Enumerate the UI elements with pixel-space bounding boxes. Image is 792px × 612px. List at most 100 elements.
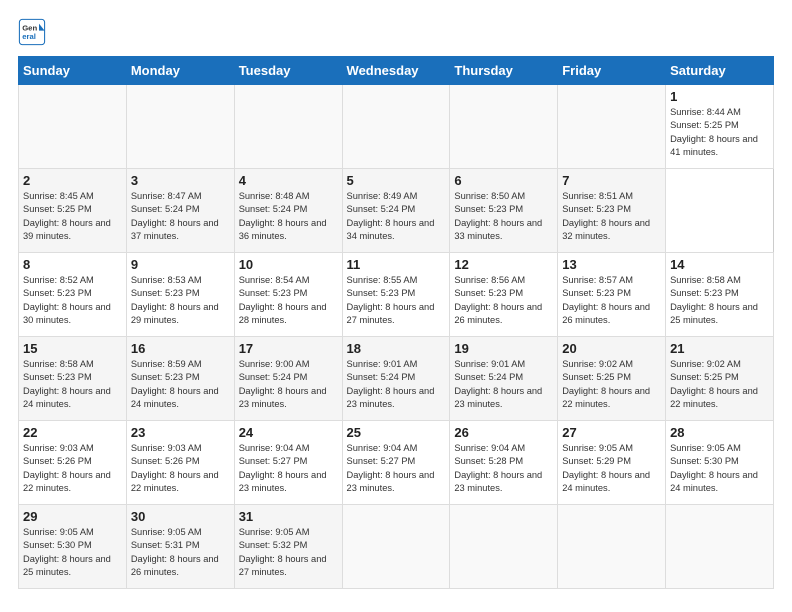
logo: Gen eral <box>18 18 50 46</box>
day-info: Sunrise: 8:57 AM Sunset: 5:23 PM Dayligh… <box>562 274 661 328</box>
day-info: Sunrise: 9:05 AM Sunset: 5:32 PM Dayligh… <box>239 526 338 580</box>
calendar: SundayMondayTuesdayWednesdayThursdayFrid… <box>18 56 774 589</box>
day-number: 6 <box>454 173 553 188</box>
day-info: Sunrise: 8:59 AM Sunset: 5:23 PM Dayligh… <box>131 358 230 412</box>
day-number: 16 <box>131 341 230 356</box>
day-info: Sunrise: 9:01 AM Sunset: 5:24 PM Dayligh… <box>454 358 553 412</box>
day-number: 13 <box>562 257 661 272</box>
day-info: Sunrise: 9:03 AM Sunset: 5:26 PM Dayligh… <box>131 442 230 496</box>
day-number: 19 <box>454 341 553 356</box>
empty-cell <box>342 505 450 589</box>
calendar-day-20: 20 Sunrise: 9:02 AM Sunset: 5:25 PM Dayl… <box>558 337 666 421</box>
day-number: 20 <box>562 341 661 356</box>
calendar-day-13: 13 Sunrise: 8:57 AM Sunset: 5:23 PM Dayl… <box>558 253 666 337</box>
calendar-day-9: 9 Sunrise: 8:53 AM Sunset: 5:23 PM Dayli… <box>126 253 234 337</box>
calendar-day-12: 12 Sunrise: 8:56 AM Sunset: 5:23 PM Dayl… <box>450 253 558 337</box>
empty-cell <box>450 505 558 589</box>
empty-cell <box>342 85 450 169</box>
empty-cell <box>450 85 558 169</box>
day-info: Sunrise: 9:05 AM Sunset: 5:29 PM Dayligh… <box>562 442 661 496</box>
calendar-day-15: 15 Sunrise: 8:58 AM Sunset: 5:23 PM Dayl… <box>19 337 127 421</box>
day-number: 14 <box>670 257 769 272</box>
day-number: 29 <box>23 509 122 524</box>
day-number: 26 <box>454 425 553 440</box>
day-number: 2 <box>23 173 122 188</box>
day-number: 3 <box>131 173 230 188</box>
day-info: Sunrise: 9:03 AM Sunset: 5:26 PM Dayligh… <box>23 442 122 496</box>
day-info: Sunrise: 9:04 AM Sunset: 5:28 PM Dayligh… <box>454 442 553 496</box>
calendar-day-11: 11 Sunrise: 8:55 AM Sunset: 5:23 PM Dayl… <box>342 253 450 337</box>
calendar-day-5: 5 Sunrise: 8:49 AM Sunset: 5:24 PM Dayli… <box>342 169 450 253</box>
calendar-day-31: 31 Sunrise: 9:05 AM Sunset: 5:32 PM Dayl… <box>234 505 342 589</box>
calendar-day-7: 7 Sunrise: 8:51 AM Sunset: 5:23 PM Dayli… <box>558 169 666 253</box>
day-info: Sunrise: 9:00 AM Sunset: 5:24 PM Dayligh… <box>239 358 338 412</box>
day-header-wednesday: Wednesday <box>342 57 450 85</box>
day-info: Sunrise: 8:53 AM Sunset: 5:23 PM Dayligh… <box>131 274 230 328</box>
day-number: 12 <box>454 257 553 272</box>
day-number: 4 <box>239 173 338 188</box>
day-number: 7 <box>562 173 661 188</box>
day-info: Sunrise: 8:54 AM Sunset: 5:23 PM Dayligh… <box>239 274 338 328</box>
day-info: Sunrise: 8:55 AM Sunset: 5:23 PM Dayligh… <box>347 274 446 328</box>
day-number: 22 <box>23 425 122 440</box>
day-info: Sunrise: 8:49 AM Sunset: 5:24 PM Dayligh… <box>347 190 446 244</box>
calendar-day-29: 29 Sunrise: 9:05 AM Sunset: 5:30 PM Dayl… <box>19 505 127 589</box>
day-info: Sunrise: 9:05 AM Sunset: 5:30 PM Dayligh… <box>23 526 122 580</box>
day-number: 17 <box>239 341 338 356</box>
day-number: 30 <box>131 509 230 524</box>
calendar-day-30: 30 Sunrise: 9:05 AM Sunset: 5:31 PM Dayl… <box>126 505 234 589</box>
day-number: 23 <box>131 425 230 440</box>
day-number: 5 <box>347 173 446 188</box>
day-info: Sunrise: 9:02 AM Sunset: 5:25 PM Dayligh… <box>670 358 769 412</box>
day-number: 28 <box>670 425 769 440</box>
calendar-day-24: 24 Sunrise: 9:04 AM Sunset: 5:27 PM Dayl… <box>234 421 342 505</box>
day-info: Sunrise: 9:04 AM Sunset: 5:27 PM Dayligh… <box>239 442 338 496</box>
empty-cell <box>558 85 666 169</box>
calendar-day-19: 19 Sunrise: 9:01 AM Sunset: 5:24 PM Dayl… <box>450 337 558 421</box>
day-number: 15 <box>23 341 122 356</box>
day-info: Sunrise: 8:58 AM Sunset: 5:23 PM Dayligh… <box>23 358 122 412</box>
day-number: 27 <box>562 425 661 440</box>
calendar-day-10: 10 Sunrise: 8:54 AM Sunset: 5:23 PM Dayl… <box>234 253 342 337</box>
day-info: Sunrise: 8:56 AM Sunset: 5:23 PM Dayligh… <box>454 274 553 328</box>
day-number: 9 <box>131 257 230 272</box>
calendar-day-26: 26 Sunrise: 9:04 AM Sunset: 5:28 PM Dayl… <box>450 421 558 505</box>
page: Gen eral SundayMondayTuesdayWednesdayThu… <box>0 0 792 612</box>
day-info: Sunrise: 9:05 AM Sunset: 5:30 PM Dayligh… <box>670 442 769 496</box>
day-info: Sunrise: 9:04 AM Sunset: 5:27 PM Dayligh… <box>347 442 446 496</box>
calendar-day-1: 1 Sunrise: 8:44 AM Sunset: 5:25 PM Dayli… <box>666 85 774 169</box>
calendar-day-23: 23 Sunrise: 9:03 AM Sunset: 5:26 PM Dayl… <box>126 421 234 505</box>
day-header-sunday: Sunday <box>19 57 127 85</box>
day-info: Sunrise: 9:05 AM Sunset: 5:31 PM Dayligh… <box>131 526 230 580</box>
day-number: 31 <box>239 509 338 524</box>
empty-cell <box>126 85 234 169</box>
calendar-day-3: 3 Sunrise: 8:47 AM Sunset: 5:24 PM Dayli… <box>126 169 234 253</box>
calendar-day-2: 2 Sunrise: 8:45 AM Sunset: 5:25 PM Dayli… <box>19 169 127 253</box>
calendar-day-17: 17 Sunrise: 9:00 AM Sunset: 5:24 PM Dayl… <box>234 337 342 421</box>
empty-cell <box>558 505 666 589</box>
day-info: Sunrise: 8:44 AM Sunset: 5:25 PM Dayligh… <box>670 106 769 160</box>
day-info: Sunrise: 8:58 AM Sunset: 5:23 PM Dayligh… <box>670 274 769 328</box>
empty-cell <box>234 85 342 169</box>
day-number: 25 <box>347 425 446 440</box>
calendar-day-27: 27 Sunrise: 9:05 AM Sunset: 5:29 PM Dayl… <box>558 421 666 505</box>
calendar-day-14: 14 Sunrise: 8:58 AM Sunset: 5:23 PM Dayl… <box>666 253 774 337</box>
day-header-tuesday: Tuesday <box>234 57 342 85</box>
calendar-day-6: 6 Sunrise: 8:50 AM Sunset: 5:23 PM Dayli… <box>450 169 558 253</box>
day-number: 10 <box>239 257 338 272</box>
empty-cell <box>666 505 774 589</box>
day-info: Sunrise: 8:47 AM Sunset: 5:24 PM Dayligh… <box>131 190 230 244</box>
calendar-header-row: SundayMondayTuesdayWednesdayThursdayFrid… <box>19 57 774 85</box>
day-number: 8 <box>23 257 122 272</box>
calendar-day-18: 18 Sunrise: 9:01 AM Sunset: 5:24 PM Dayl… <box>342 337 450 421</box>
calendar-day-16: 16 Sunrise: 8:59 AM Sunset: 5:23 PM Dayl… <box>126 337 234 421</box>
day-number: 18 <box>347 341 446 356</box>
day-info: Sunrise: 8:45 AM Sunset: 5:25 PM Dayligh… <box>23 190 122 244</box>
day-header-thursday: Thursday <box>450 57 558 85</box>
day-info: Sunrise: 9:01 AM Sunset: 5:24 PM Dayligh… <box>347 358 446 412</box>
day-info: Sunrise: 8:50 AM Sunset: 5:23 PM Dayligh… <box>454 190 553 244</box>
calendar-day-25: 25 Sunrise: 9:04 AM Sunset: 5:27 PM Dayl… <box>342 421 450 505</box>
calendar-day-4: 4 Sunrise: 8:48 AM Sunset: 5:24 PM Dayli… <box>234 169 342 253</box>
calendar-day-22: 22 Sunrise: 9:03 AM Sunset: 5:26 PM Dayl… <box>19 421 127 505</box>
empty-cell <box>19 85 127 169</box>
